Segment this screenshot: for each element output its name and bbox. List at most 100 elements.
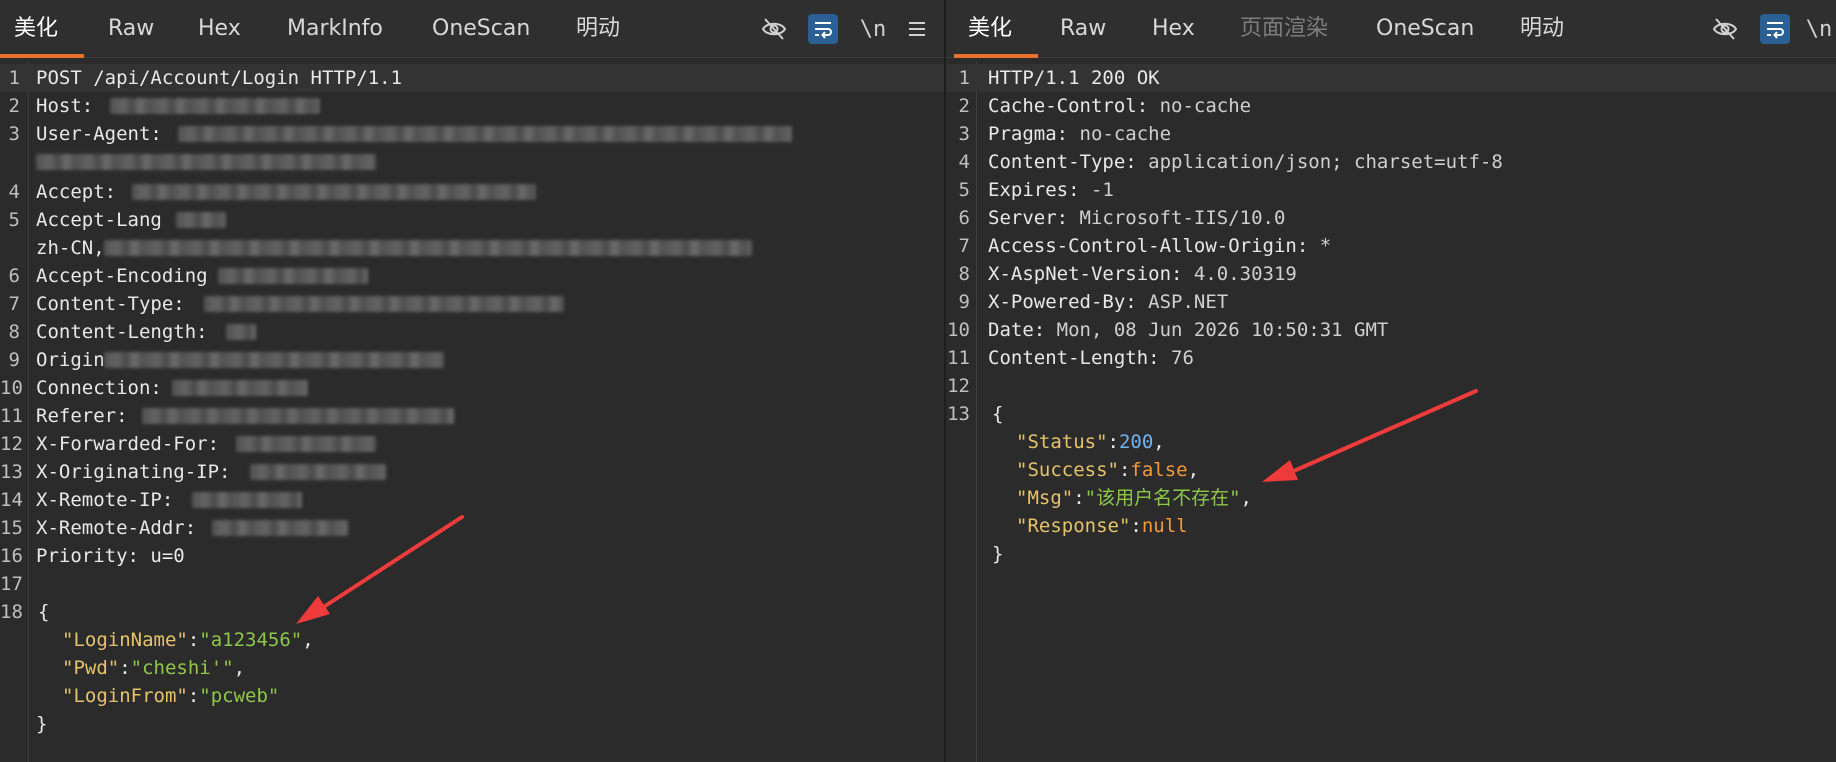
header-content-type: Content-Type: bbox=[36, 293, 185, 315]
status-line: HTTP/1.1 200 OK bbox=[988, 67, 1160, 89]
json-string: "cheshi'" bbox=[130, 657, 234, 679]
response-header: Pragma: no-cache bbox=[988, 123, 1172, 145]
redacted-value bbox=[110, 98, 320, 114]
line-number: 13 bbox=[947, 403, 970, 425]
json-row-success: "Success":false, bbox=[1016, 459, 1200, 481]
json-string: "pcweb" bbox=[199, 685, 280, 707]
response-header: Server: Microsoft-IIS/10.0 bbox=[988, 207, 1286, 229]
line-number: 3 bbox=[958, 123, 970, 145]
json-boolean: false bbox=[1130, 459, 1188, 481]
request-pane: 美化 Raw Hex MarkInfo OneScan 明动 \n 1 2 3 … bbox=[0, 0, 944, 762]
line-number: 12 bbox=[0, 433, 23, 455]
redacted-value bbox=[236, 436, 376, 452]
line-number: 6 bbox=[958, 207, 970, 229]
tab-mingdong[interactable]: 明动 bbox=[576, 0, 620, 58]
header-accept-encoding: Accept-Encoding bbox=[36, 265, 208, 287]
line-number: 15 bbox=[0, 517, 23, 539]
tab-hex[interactable]: Hex bbox=[1152, 0, 1195, 58]
header-x-remote-addr: X-Remote-Addr: bbox=[36, 517, 197, 539]
tab-raw[interactable]: Raw bbox=[108, 0, 154, 58]
newline-toggle-button[interactable]: \n bbox=[1804, 14, 1834, 44]
redacted-value bbox=[36, 154, 376, 170]
response-editor[interactable]: 1 2 3 4 5 6 7 8 9 10 11 12 13 HTTP/1.1 2… bbox=[946, 62, 1836, 762]
redacted-value bbox=[192, 492, 302, 508]
line-number: 7 bbox=[958, 235, 970, 257]
header-host: Host: bbox=[36, 95, 94, 117]
response-header: Date: Mon, 08 Jun 2026 10:50:31 GMT bbox=[988, 319, 1389, 341]
response-header: X-Powered-By: ASP.NET bbox=[988, 291, 1229, 313]
wrap-lines-icon[interactable] bbox=[1760, 14, 1790, 44]
json-row-msg: "Msg":"该用户名不存在", bbox=[1016, 487, 1252, 509]
line-number: 11 bbox=[947, 347, 970, 369]
header-referer: Referer: bbox=[36, 405, 128, 427]
response-header: Access-Control-Allow-Origin: * bbox=[988, 235, 1332, 257]
line-number: 12 bbox=[947, 375, 970, 397]
json-open-brace: { bbox=[992, 403, 1004, 425]
hamburger-icon[interactable] bbox=[902, 14, 932, 44]
tab-markinfo[interactable]: MarkInfo bbox=[287, 0, 383, 58]
header-accept-language-cont: zh-CN, bbox=[36, 237, 105, 259]
redacted-value bbox=[142, 408, 454, 424]
line-number: 2 bbox=[958, 95, 970, 117]
header-user-agent: User-Agent: bbox=[36, 123, 162, 145]
json-key: "Msg" bbox=[1016, 487, 1074, 509]
json-key: "LoginName" bbox=[62, 629, 188, 651]
redacted-value bbox=[176, 212, 226, 228]
header-accept-language: Accept-Lang bbox=[36, 209, 162, 231]
json-string: "该用户名不存在" bbox=[1084, 487, 1241, 509]
redacted-value bbox=[172, 380, 308, 396]
tab-onescan[interactable]: OneScan bbox=[1376, 0, 1474, 58]
line-number: 18 bbox=[0, 601, 23, 623]
response-header: X-AspNet-Version: 4.0.30319 bbox=[988, 263, 1297, 285]
newline-toggle-button[interactable]: \n bbox=[858, 14, 888, 44]
line-number: 17 bbox=[0, 573, 23, 595]
header-origin: Origin bbox=[36, 349, 105, 371]
line-number: 4 bbox=[8, 181, 20, 203]
tab-page-render[interactable]: 页面渲染 bbox=[1240, 0, 1328, 58]
line-number: 3 bbox=[8, 123, 20, 145]
redacted-value bbox=[204, 296, 564, 312]
tab-beautify[interactable]: 美化 bbox=[968, 0, 1012, 58]
tab-hex[interactable]: Hex bbox=[198, 0, 241, 58]
response-header: Content-Type: application/json; charset=… bbox=[988, 151, 1503, 173]
request-editor[interactable]: 1 2 3 4 5 6 7 8 9 10 11 12 13 14 15 16 1… bbox=[0, 62, 944, 762]
redacted-value bbox=[132, 184, 536, 200]
json-key: "Status" bbox=[1016, 431, 1108, 453]
tab-beautify[interactable]: 美化 bbox=[14, 0, 58, 58]
json-key: "LoginFrom" bbox=[62, 685, 188, 707]
line-number: 14 bbox=[0, 489, 23, 511]
tab-mingdong[interactable]: 明动 bbox=[1520, 0, 1564, 58]
json-row-response: "Response":null bbox=[1016, 515, 1188, 537]
header-priority: Priority: u=0 bbox=[36, 545, 185, 567]
eye-off-icon[interactable] bbox=[759, 14, 789, 44]
wrap-lines-icon[interactable] bbox=[808, 14, 838, 44]
redacted-value bbox=[104, 240, 752, 256]
tab-onescan[interactable]: OneScan bbox=[432, 0, 530, 58]
json-key: "Pwd" bbox=[62, 657, 120, 679]
header-x-remote-ip: X-Remote-IP: bbox=[36, 489, 174, 511]
json-close-brace: } bbox=[992, 543, 1004, 565]
json-key: "Success" bbox=[1016, 459, 1119, 481]
response-pane: 美化 Raw Hex 页面渲染 OneScan 明动 \n 1 2 3 4 5 … bbox=[946, 0, 1836, 762]
eye-off-icon[interactable] bbox=[1710, 14, 1740, 44]
gutter-divider bbox=[976, 62, 977, 762]
line-number: 11 bbox=[0, 405, 23, 427]
json-null: null bbox=[1141, 515, 1188, 537]
line-number: 9 bbox=[8, 349, 20, 371]
json-row-status: "Status":200, bbox=[1016, 431, 1165, 453]
line-number: 2 bbox=[8, 95, 20, 117]
active-tab-indicator bbox=[0, 54, 84, 58]
header-connection: Connection: bbox=[36, 377, 162, 399]
tab-raw[interactable]: Raw bbox=[1060, 0, 1106, 58]
request-line: POST /api/Account/Login HTTP/1.1 bbox=[36, 67, 403, 89]
redacted-value bbox=[250, 464, 386, 480]
json-string: "a123456" bbox=[199, 629, 303, 651]
line-number: 6 bbox=[8, 265, 20, 287]
response-header: Content-Length: 76 bbox=[988, 347, 1194, 369]
header-accept: Accept: bbox=[36, 181, 117, 203]
redacted-value bbox=[226, 324, 256, 340]
line-number: 10 bbox=[947, 319, 970, 341]
line-number: 4 bbox=[958, 151, 970, 173]
line-number: 9 bbox=[958, 291, 970, 313]
json-row-loginname: "LoginName":"a123456", bbox=[62, 629, 314, 651]
